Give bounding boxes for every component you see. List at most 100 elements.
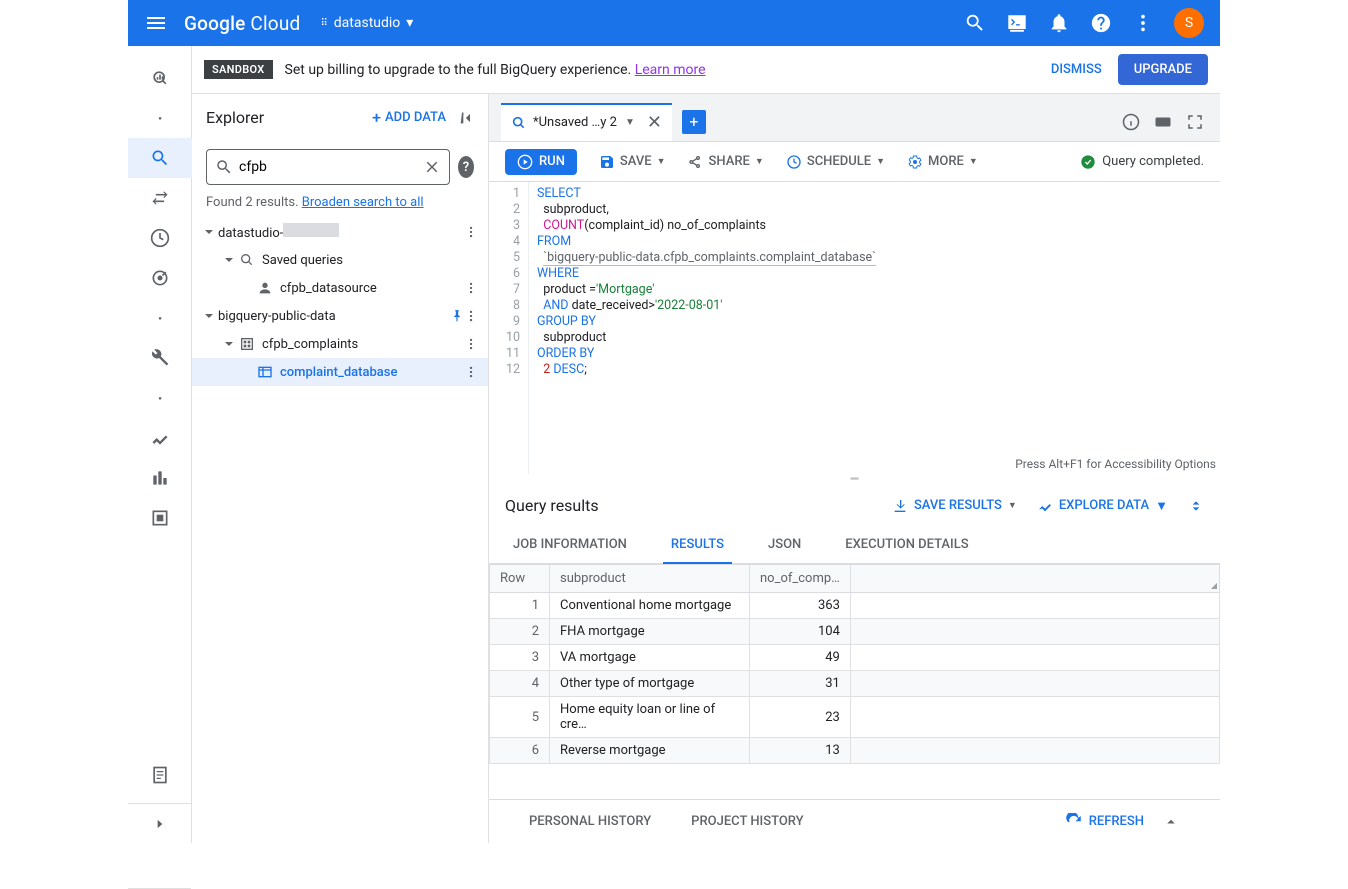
rail-wrench-icon[interactable] xyxy=(128,338,192,378)
tree-table[interactable]: complaint_database xyxy=(192,358,488,386)
tree-more-icon[interactable] xyxy=(464,225,478,239)
refresh-button[interactable]: REFRESH xyxy=(1065,813,1144,831)
dismiss-button[interactable]: DISMISS xyxy=(1051,62,1102,77)
drag-handle[interactable]: ━ xyxy=(489,474,1220,484)
rail-target-icon[interactable] xyxy=(128,258,192,298)
tree-datasource[interactable]: cfpb_datasource xyxy=(192,274,488,302)
tree-more-icon[interactable] xyxy=(464,281,478,295)
rail-search-icon[interactable] xyxy=(128,138,192,178)
expand-history-icon[interactable] xyxy=(1162,813,1180,831)
editor-code[interactable]: SELECT subproduct, COUNT(complaint_id) n… xyxy=(529,182,1220,474)
pin-icon[interactable] xyxy=(450,309,464,323)
row-number: 4 xyxy=(490,671,550,697)
broaden-search-link[interactable]: Broaden search to all xyxy=(302,195,424,210)
search-input[interactable] xyxy=(239,159,417,175)
rail-bars-icon[interactable] xyxy=(128,458,192,498)
results-area: Query results SAVE RESULTS ▼ EXPLORE DAT… xyxy=(489,484,1220,799)
keyboard-icon[interactable] xyxy=(1154,113,1172,131)
table-row[interactable]: 4 Other type of mortgage 31 xyxy=(490,671,1220,697)
tab-job-information[interactable]: JOB INFORMATION xyxy=(505,527,635,563)
tree-dataset[interactable]: cfpb_complaints xyxy=(192,330,488,358)
new-tab-button[interactable]: + xyxy=(682,110,706,134)
rail-dot3-icon[interactable]: ● xyxy=(128,378,192,418)
notifications-icon[interactable] xyxy=(1048,12,1070,34)
save-button[interactable]: SAVE▼ xyxy=(599,154,666,170)
table-row[interactable]: 5 Home equity loan or line of cre… 23 xyxy=(490,697,1220,738)
search-box[interactable] xyxy=(206,149,450,185)
rail-grid-icon[interactable] xyxy=(128,498,192,538)
table-row[interactable]: 1 Conventional home mortgage 363 xyxy=(490,593,1220,619)
search-help-icon[interactable]: ? xyxy=(458,156,474,178)
editor-toolbar: RUN SAVE▼ SHARE▼ SCHEDULE▼ MORE▼ Query c… xyxy=(489,142,1220,182)
share-button[interactable]: SHARE▼ xyxy=(688,154,764,170)
save-results-button[interactable]: SAVE RESULTS ▼ xyxy=(892,498,1017,514)
project-history-tab[interactable]: PROJECT HISTORY xyxy=(691,814,803,829)
cell-subproduct: VA mortgage xyxy=(550,645,750,671)
expand-collapse-icon[interactable] xyxy=(1188,498,1204,514)
cell-subproduct: Home equity loan or line of cre… xyxy=(550,697,750,738)
col-row[interactable]: Row xyxy=(490,565,550,593)
collapse-panel-icon[interactable] xyxy=(458,110,474,126)
caret-down-icon xyxy=(220,251,238,269)
cell-count: 104 xyxy=(750,619,851,645)
check-circle-icon xyxy=(1080,154,1096,170)
table-row[interactable]: 3 VA mortgage 49 xyxy=(490,645,1220,671)
close-tab-icon[interactable]: ✕ xyxy=(647,112,662,133)
gear-icon xyxy=(907,154,923,170)
explore-data-button[interactable]: EXPLORE DATA ▼ xyxy=(1037,498,1168,514)
clock-icon xyxy=(786,154,802,170)
add-data-button[interactable]: +ADD DATA xyxy=(372,108,446,127)
info-icon[interactable] xyxy=(1122,113,1140,131)
tab-json[interactable]: JSON xyxy=(760,527,809,563)
learn-more-link[interactable]: Learn more xyxy=(635,62,706,78)
more-vert-icon[interactable] xyxy=(1132,12,1154,34)
fullscreen-icon[interactable] xyxy=(1186,113,1204,131)
cell-count: 49 xyxy=(750,645,851,671)
col-subproduct[interactable]: subproduct xyxy=(550,565,750,593)
sql-editor[interactable]: 123456789101112 SELECT subproduct, COUNT… xyxy=(489,182,1220,474)
rail-dot2-icon[interactable]: ● xyxy=(128,298,192,338)
rail-transfer-icon[interactable] xyxy=(128,178,192,218)
avatar[interactable]: S xyxy=(1174,8,1204,38)
tab-results[interactable]: RESULTS xyxy=(663,527,732,564)
left-rail: ● ● ● xyxy=(128,46,192,843)
tree-more-icon[interactable] xyxy=(464,309,478,323)
rail-notes-icon[interactable] xyxy=(128,755,192,795)
schedule-button[interactable]: SCHEDULE▼ xyxy=(786,154,885,170)
query-status: Query completed. xyxy=(1080,154,1204,170)
tab-caret-icon[interactable]: ▼ xyxy=(625,117,635,128)
rail-chart-icon[interactable] xyxy=(128,418,192,458)
rail-expand-icon[interactable] xyxy=(128,803,192,843)
tree-more-icon[interactable] xyxy=(464,337,478,351)
rail-dot1-icon[interactable]: ● xyxy=(128,98,192,138)
col-count[interactable]: no_of_comp… xyxy=(750,565,851,593)
tab-bar: *Unsaved …y 2 ▼ ✕ + xyxy=(489,94,1220,142)
editor-gutter: 123456789101112 xyxy=(489,182,529,474)
cell-count: 31 xyxy=(750,671,851,697)
tab-execution-details[interactable]: EXECUTION DETAILS xyxy=(837,527,976,563)
cloud-shell-icon[interactable] xyxy=(1006,12,1028,34)
table-row[interactable]: 6 Reverse mortgage 13 xyxy=(490,738,1220,764)
more-button[interactable]: MORE▼ xyxy=(907,154,978,170)
rail-history-icon[interactable] xyxy=(128,218,192,258)
saved-queries-icon xyxy=(238,251,256,269)
tree-project[interactable]: datastudio- xyxy=(192,218,488,246)
row-number: 5 xyxy=(490,697,550,738)
tree-public-data[interactable]: bigquery-public-data xyxy=(192,302,488,330)
query-tab[interactable]: *Unsaved …y 2 ▼ ✕ xyxy=(501,103,672,141)
hamburger-icon[interactable] xyxy=(144,11,168,35)
cell-count: 363 xyxy=(750,593,851,619)
run-button[interactable]: RUN xyxy=(505,149,577,175)
clear-search-icon[interactable] xyxy=(423,158,441,176)
tree-more-icon[interactable] xyxy=(464,365,478,379)
search-icon[interactable] xyxy=(964,12,986,34)
rail-bigquery-icon[interactable] xyxy=(128,46,192,98)
project-selector[interactable]: ⠿ datastudio ▾ xyxy=(320,15,413,31)
results-table: Row subproduct no_of_comp… ◢ 1 Conventio… xyxy=(489,564,1220,764)
project-name: datastudio xyxy=(334,15,401,31)
tree-saved-queries[interactable]: Saved queries xyxy=(192,246,488,274)
help-icon[interactable] xyxy=(1090,12,1112,34)
personal-history-tab[interactable]: PERSONAL HISTORY xyxy=(529,814,651,829)
upgrade-button[interactable]: UPGRADE xyxy=(1118,54,1208,85)
table-row[interactable]: 2 FHA mortgage 104 xyxy=(490,619,1220,645)
